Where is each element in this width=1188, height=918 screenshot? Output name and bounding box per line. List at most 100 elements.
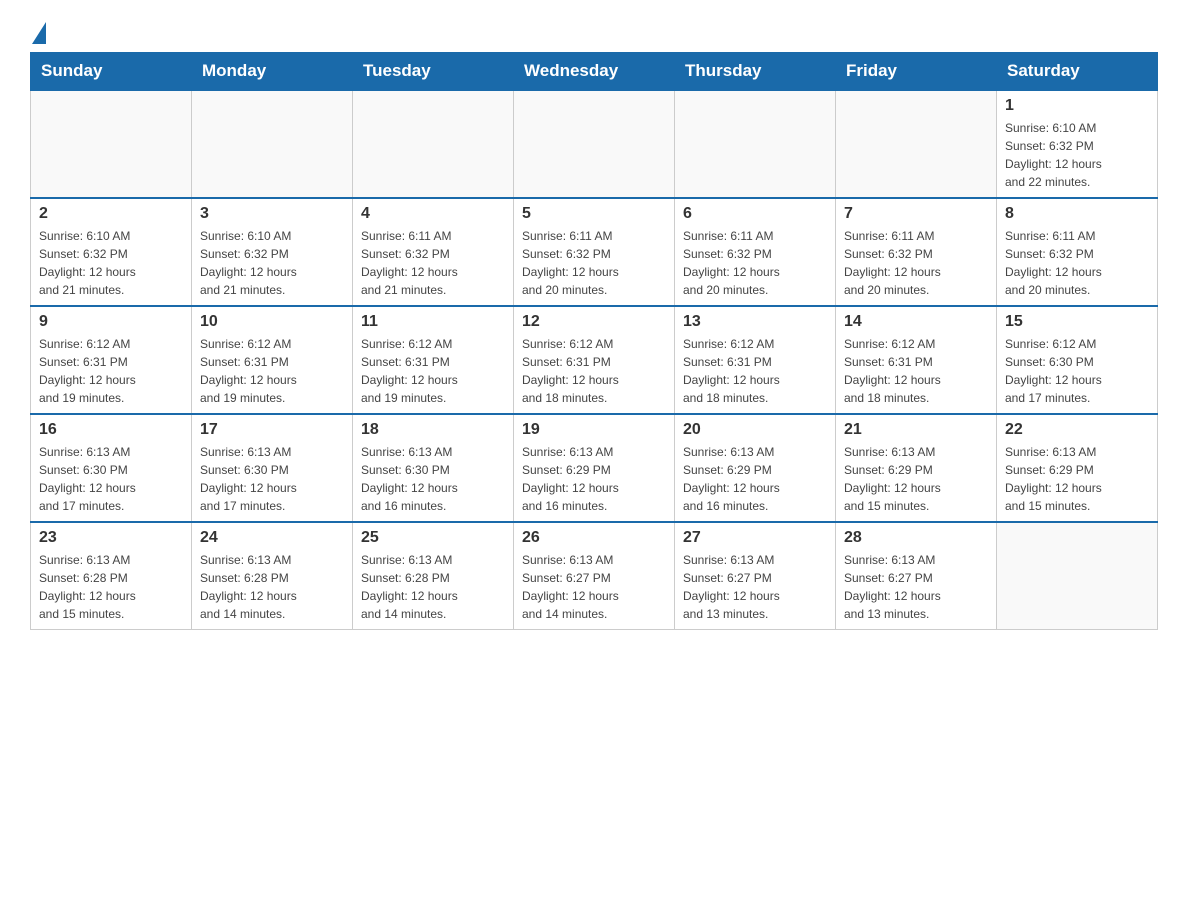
day-number: 2	[39, 205, 183, 223]
day-number: 14	[844, 313, 988, 331]
day-info: Sunrise: 6:13 AMSunset: 6:29 PMDaylight:…	[1005, 443, 1149, 515]
calendar-cell: 1 Sunrise: 6:10 AMSunset: 6:32 PMDaylight…	[997, 90, 1158, 198]
calendar-cell: 9Sunrise: 6:12 AMSunset: 6:31 PMDaylight…	[31, 306, 192, 414]
day-number: 24	[200, 529, 344, 547]
day-number: 1	[1005, 97, 1149, 115]
day-info: Sunrise: 6:12 AMSunset: 6:30 PMDaylight:…	[1005, 335, 1149, 407]
calendar-cell: 13 Sunrise: 6:12 AMSunset: 6:31 PMDayligh…	[675, 306, 836, 414]
day-info: Sunrise: 6:13 AMSunset: 6:27 PMDaylight:…	[683, 551, 827, 623]
day-number: 11	[361, 313, 505, 331]
calendar-cell: 24 Sunrise: 6:13 AMSunset: 6:28 PMDayligh…	[192, 522, 353, 630]
day-info: Sunrise: 6:12 AMSunset: 6:31 PMDaylight:…	[522, 335, 666, 407]
calendar-cell	[31, 90, 192, 198]
day-number: 8	[1005, 205, 1149, 223]
days-header-row: SundayMondayTuesdayWednesdayThursdayFrid…	[31, 53, 1158, 91]
day-number: 5	[522, 205, 666, 223]
calendar-cell: 17 Sunrise: 6:13 AMSunset: 6:30 PMDayligh…	[192, 414, 353, 522]
day-number: 20	[683, 421, 827, 439]
calendar-cell: 5 Sunrise: 6:11 AMSunset: 6:32 PMDaylight…	[514, 198, 675, 306]
calendar-cell: 18 Sunrise: 6:13 AMSunset: 6:30 PMDayligh…	[353, 414, 514, 522]
day-info: Sunrise: 6:13 AMSunset: 6:29 PMDaylight:…	[683, 443, 827, 515]
day-number: 22	[1005, 421, 1149, 439]
calendar-cell	[353, 90, 514, 198]
calendar-cell: 8Sunrise: 6:11 AMSunset: 6:32 PMDaylight…	[997, 198, 1158, 306]
calendar-cell: 10 Sunrise: 6:12 AMSunset: 6:31 PMDayligh…	[192, 306, 353, 414]
day-number: 3	[200, 205, 344, 223]
calendar-cell: 28 Sunrise: 6:13 AMSunset: 6:27 PMDayligh…	[836, 522, 997, 630]
day-number: 6	[683, 205, 827, 223]
day-number: 9	[39, 313, 183, 331]
day-number: 17	[200, 421, 344, 439]
day-info: Sunrise: 6:13 AMSunset: 6:30 PMDaylight:…	[200, 443, 344, 515]
calendar-cell: 26Sunrise: 6:13 AMSunset: 6:27 PMDayligh…	[514, 522, 675, 630]
calendar-cell: 7 Sunrise: 6:11 AMSunset: 6:32 PMDaylight…	[836, 198, 997, 306]
day-number: 12	[522, 313, 666, 331]
calendar-table: SundayMondayTuesdayWednesdayThursdayFrid…	[30, 52, 1158, 630]
calendar-cell	[675, 90, 836, 198]
day-number: 25	[361, 529, 505, 547]
calendar-cell: 4 Sunrise: 6:11 AMSunset: 6:32 PMDaylight…	[353, 198, 514, 306]
day-number: 27	[683, 529, 827, 547]
day-header-monday: Monday	[192, 53, 353, 91]
day-number: 19	[522, 421, 666, 439]
day-info: Sunrise: 6:12 AMSunset: 6:31 PMDaylight:…	[844, 335, 988, 407]
calendar-cell	[997, 522, 1158, 630]
day-info: Sunrise: 6:12 AMSunset: 6:31 PMDaylight:…	[683, 335, 827, 407]
logo-triangle-icon	[32, 22, 46, 44]
day-number: 16	[39, 421, 183, 439]
day-header-thursday: Thursday	[675, 53, 836, 91]
day-number: 4	[361, 205, 505, 223]
day-info: Sunrise: 6:13 AMSunset: 6:28 PMDaylight:…	[200, 551, 344, 623]
day-number: 21	[844, 421, 988, 439]
day-info: Sunrise: 6:12 AMSunset: 6:31 PMDaylight:…	[200, 335, 344, 407]
day-info: Sunrise: 6:13 AMSunset: 6:27 PMDaylight:…	[522, 551, 666, 623]
calendar-cell: 3 Sunrise: 6:10 AMSunset: 6:32 PMDaylight…	[192, 198, 353, 306]
day-info: Sunrise: 6:13 AMSunset: 6:30 PMDaylight:…	[361, 443, 505, 515]
day-info: Sunrise: 6:13 AMSunset: 6:28 PMDaylight:…	[39, 551, 183, 623]
day-info: Sunrise: 6:13 AMSunset: 6:28 PMDaylight:…	[361, 551, 505, 623]
calendar-cell: 2 Sunrise: 6:10 AMSunset: 6:32 PMDaylight…	[31, 198, 192, 306]
calendar-cell: 20 Sunrise: 6:13 AMSunset: 6:29 PMDayligh…	[675, 414, 836, 522]
calendar-cell: 12 Sunrise: 6:12 AMSunset: 6:31 PMDayligh…	[514, 306, 675, 414]
day-number: 13	[683, 313, 827, 331]
day-info: Sunrise: 6:11 AMSunset: 6:32 PMDaylight:…	[844, 227, 988, 299]
day-info: Sunrise: 6:11 AMSunset: 6:32 PMDaylight:…	[361, 227, 505, 299]
calendar-cell: 14 Sunrise: 6:12 AMSunset: 6:31 PMDayligh…	[836, 306, 997, 414]
calendar-cell: 22 Sunrise: 6:13 AMSunset: 6:29 PMDayligh…	[997, 414, 1158, 522]
week-row-4: 16 Sunrise: 6:13 AMSunset: 6:30 PMDayligh…	[31, 414, 1158, 522]
day-info: Sunrise: 6:13 AMSunset: 6:30 PMDaylight:…	[39, 443, 183, 515]
calendar-cell	[514, 90, 675, 198]
day-header-sunday: Sunday	[31, 53, 192, 91]
calendar-cell: 23 Sunrise: 6:13 AMSunset: 6:28 PMDayligh…	[31, 522, 192, 630]
day-info: Sunrise: 6:13 AMSunset: 6:29 PMDaylight:…	[844, 443, 988, 515]
calendar-cell: 25 Sunrise: 6:13 AMSunset: 6:28 PMDayligh…	[353, 522, 514, 630]
calendar-cell: 19 Sunrise: 6:13 AMSunset: 6:29 PMDayligh…	[514, 414, 675, 522]
calendar-cell: 15 Sunrise: 6:12 AMSunset: 6:30 PMDayligh…	[997, 306, 1158, 414]
calendar-cell: 6 Sunrise: 6:11 AMSunset: 6:32 PMDaylight…	[675, 198, 836, 306]
week-row-2: 2 Sunrise: 6:10 AMSunset: 6:32 PMDaylight…	[31, 198, 1158, 306]
day-number: 28	[844, 529, 988, 547]
day-number: 15	[1005, 313, 1149, 331]
day-info: Sunrise: 6:13 AMSunset: 6:27 PMDaylight:…	[844, 551, 988, 623]
day-header-wednesday: Wednesday	[514, 53, 675, 91]
day-info: Sunrise: 6:11 AMSunset: 6:32 PMDaylight:…	[522, 227, 666, 299]
calendar-cell	[192, 90, 353, 198]
day-info: Sunrise: 6:13 AMSunset: 6:29 PMDaylight:…	[522, 443, 666, 515]
day-info: Sunrise: 6:10 AMSunset: 6:32 PMDaylight:…	[39, 227, 183, 299]
calendar-cell: 11Sunrise: 6:12 AMSunset: 6:31 PMDayligh…	[353, 306, 514, 414]
day-header-tuesday: Tuesday	[353, 53, 514, 91]
day-header-friday: Friday	[836, 53, 997, 91]
day-number: 7	[844, 205, 988, 223]
day-info: Sunrise: 6:10 AMSunset: 6:32 PMDaylight:…	[200, 227, 344, 299]
day-number: 18	[361, 421, 505, 439]
day-number: 10	[200, 313, 344, 331]
logo	[30, 20, 46, 42]
day-info: Sunrise: 6:10 AMSunset: 6:32 PMDaylight:…	[1005, 119, 1149, 191]
week-row-1: 1 Sunrise: 6:10 AMSunset: 6:32 PMDaylight…	[31, 90, 1158, 198]
day-info: Sunrise: 6:11 AMSunset: 6:32 PMDaylight:…	[683, 227, 827, 299]
week-row-5: 23 Sunrise: 6:13 AMSunset: 6:28 PMDayligh…	[31, 522, 1158, 630]
day-header-saturday: Saturday	[997, 53, 1158, 91]
calendar-cell: 21 Sunrise: 6:13 AMSunset: 6:29 PMDayligh…	[836, 414, 997, 522]
day-number: 23	[39, 529, 183, 547]
week-row-3: 9 Sunrise: 6:12 AMSunset: 6:31 PMDaylight…	[31, 306, 1158, 414]
